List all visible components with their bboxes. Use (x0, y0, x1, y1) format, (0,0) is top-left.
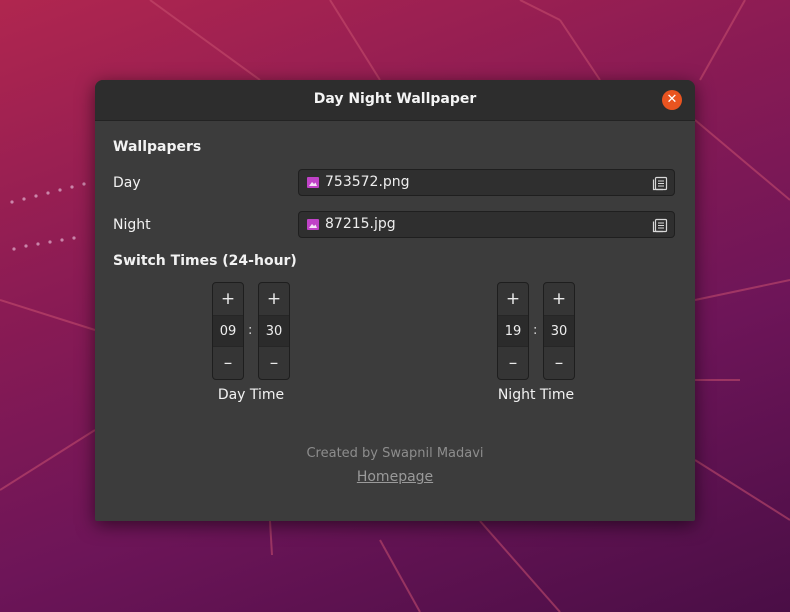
day-hour-value[interactable]: 09 (213, 316, 243, 347)
day-label: Day (113, 175, 141, 191)
image-file-icon (307, 219, 319, 230)
switch-times-heading: Switch Times (24-hour) (113, 253, 297, 269)
app-window: Day Night Wallpaper ✕ Wallpapers Day 753… (95, 80, 695, 521)
day-hour-increment-button[interactable]: + (213, 283, 243, 316)
night-hour-spinner[interactable]: + 19 – (497, 282, 529, 380)
day-minute-value[interactable]: 30 (259, 316, 289, 347)
day-file-chooser[interactable]: 753572.png (298, 169, 675, 196)
credit-text: Created by Swapnil Madavi (306, 446, 484, 461)
night-minute-decrement-button[interactable]: – (544, 346, 574, 379)
document-open-icon[interactable] (652, 217, 668, 233)
night-time-label: Night Time (497, 387, 575, 403)
window-title: Day Night Wallpaper (313, 91, 477, 107)
night-minute-spinner[interactable]: + 30 – (543, 282, 575, 380)
night-label: Night (113, 217, 151, 233)
night-hour-increment-button[interactable]: + (498, 283, 528, 316)
homepage-link[interactable]: Homepage (95, 469, 695, 485)
night-time-separator: : (533, 323, 538, 338)
day-time-label: Day Time (217, 387, 285, 403)
close-icon: ✕ (666, 92, 678, 107)
night-file-name: 87215.jpg (325, 216, 396, 232)
day-minute-spinner[interactable]: + 30 – (258, 282, 290, 380)
document-open-icon[interactable] (652, 175, 668, 191)
day-minute-decrement-button[interactable]: – (259, 346, 289, 379)
night-minute-value[interactable]: 30 (544, 316, 574, 347)
night-file-chooser[interactable]: 87215.jpg (298, 211, 675, 238)
night-hour-value[interactable]: 19 (498, 316, 528, 347)
day-minute-increment-button[interactable]: + (259, 283, 289, 316)
close-button[interactable]: ✕ (662, 90, 682, 110)
day-hour-spinner[interactable]: + 09 – (212, 282, 244, 380)
day-hour-decrement-button[interactable]: – (213, 346, 243, 379)
night-hour-decrement-button[interactable]: – (498, 346, 528, 379)
image-file-icon (307, 177, 319, 188)
titlebar[interactable]: Day Night Wallpaper ✕ (95, 80, 695, 121)
wallpapers-heading: Wallpapers (113, 139, 202, 155)
night-minute-increment-button[interactable]: + (544, 283, 574, 316)
day-file-name: 753572.png (325, 174, 410, 190)
day-time-separator: : (248, 323, 253, 338)
